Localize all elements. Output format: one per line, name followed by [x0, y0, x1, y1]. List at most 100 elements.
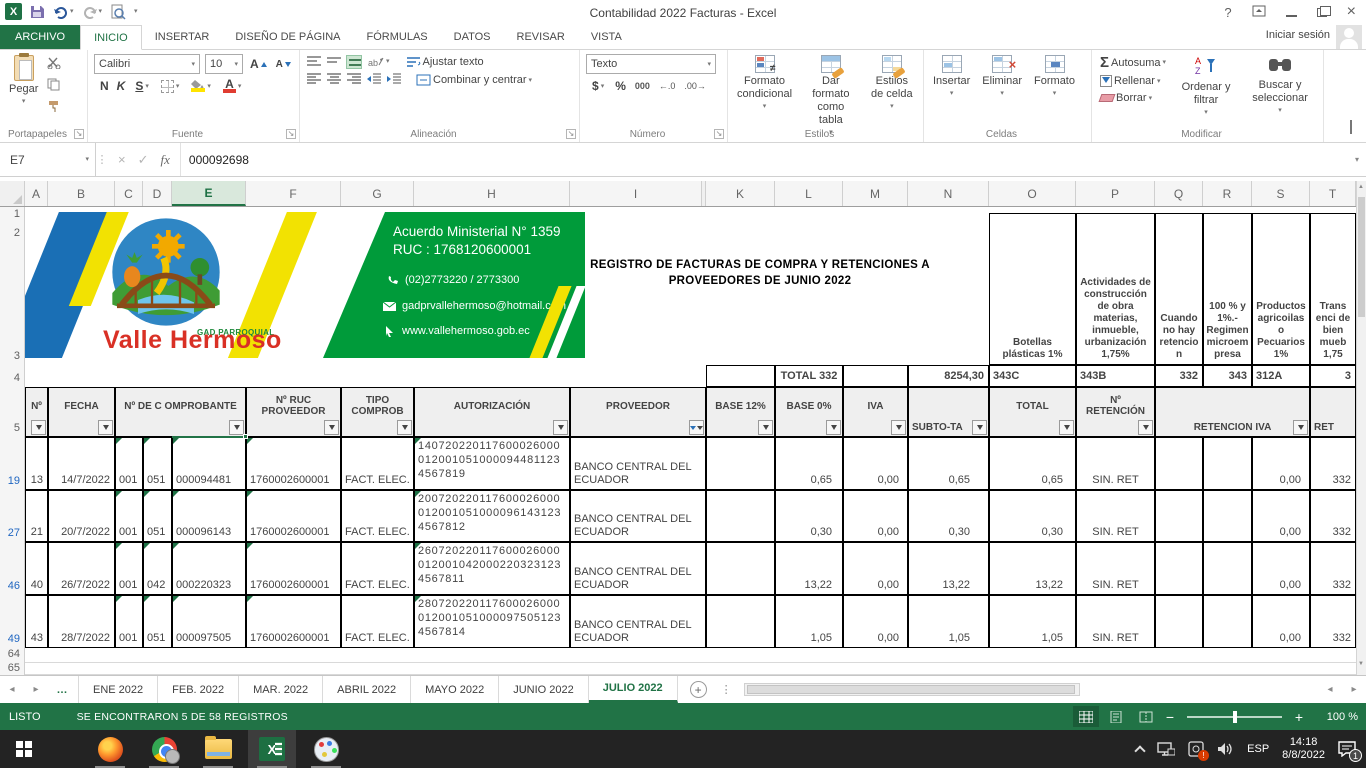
cell-comprobante[interactable]: 000094481 — [172, 437, 246, 490]
row-number[interactable]: 27 — [0, 527, 20, 539]
insert-cells-button[interactable]: Insertar ▾ — [930, 54, 973, 98]
row-number[interactable]: 3 — [0, 350, 20, 362]
column-header-g[interactable]: G — [341, 181, 414, 206]
sheet-tab-mayo[interactable]: MAYO 2022 — [411, 676, 499, 703]
filter-button[interactable] — [229, 420, 244, 435]
cell-header-microempresa[interactable]: 100 % y 1%.- Regimen microempresa — [1203, 213, 1252, 365]
header-comprobante[interactable]: Nº DE C OMPROBANTE — [115, 387, 246, 437]
find-select-button[interactable]: Buscar y seleccionar ▾ — [1244, 54, 1316, 115]
cell-proveedor[interactable]: BANCO CENTRAL DEL ECUADOR — [570, 542, 706, 595]
page-break-view-button[interactable] — [1133, 706, 1159, 727]
vertical-scroll-thumb[interactable] — [1358, 197, 1365, 317]
cell-retencion-iva[interactable]: 0,00 — [1252, 490, 1310, 542]
cell-base0[interactable]: 0,30 — [775, 490, 843, 542]
cell-q[interactable] — [1155, 542, 1203, 595]
minimize-button[interactable] — [1286, 15, 1297, 17]
cell-punto[interactable]: 051 — [143, 595, 172, 648]
column-header-q[interactable]: Q — [1155, 181, 1203, 206]
number-format-combo[interactable]: Texto ▾ — [586, 54, 716, 74]
zoom-in-button[interactable]: + — [1292, 709, 1306, 725]
close-button[interactable]: × — [1347, 3, 1356, 21]
column-header-a[interactable]: A — [25, 181, 48, 206]
header-base12[interactable]: BASE 12% — [706, 387, 775, 437]
header-total[interactable]: TOTAL — [989, 387, 1076, 437]
cell-styles-button[interactable]: Estilos de celda ▾ — [867, 54, 917, 111]
cell-total-332[interactable]: TOTAL 332 — [775, 365, 843, 387]
cell-retencion-iva[interactable]: 0,00 — [1252, 542, 1310, 595]
sync-alert-icon[interactable]: ! — [1188, 741, 1204, 757]
header-ruc[interactable]: Nº RUC PROVEEDOR — [246, 387, 341, 437]
cell-header-transferencia[interactable]: Trans enci de bien mueb 1,75 — [1310, 213, 1356, 365]
user-avatar[interactable] — [1336, 25, 1362, 49]
column-header-i[interactable]: I — [570, 181, 702, 206]
cell-proveedor[interactable]: BANCO CENTRAL DEL ECUADOR — [570, 490, 706, 542]
header-base0[interactable]: BASE 0% — [775, 387, 843, 437]
font-dialog-launcher[interactable]: ↘ — [286, 129, 296, 139]
cell-iva[interactable]: 0,00 — [843, 437, 908, 490]
filter-button[interactable] — [1293, 420, 1308, 435]
cell-ret[interactable]: 332 — [1310, 595, 1356, 648]
sheet-tab-ene[interactable]: ENE 2022 — [78, 676, 158, 703]
sheet-tab-julio-active[interactable]: JULIO 2022 — [589, 676, 678, 703]
decrease-decimal-button[interactable]: .00→ — [684, 81, 706, 91]
restore-button[interactable] — [1317, 8, 1327, 17]
cell-fecha[interactable]: 20/7/2022 — [48, 490, 115, 542]
cell-ruc[interactable]: 1760002600001 — [246, 490, 341, 542]
taskbar-excel-active[interactable]: X — [248, 730, 296, 768]
cell-iva[interactable]: 0,00 — [843, 490, 908, 542]
cell-total-amount[interactable]: 8254,30 — [908, 365, 989, 387]
header-tipo[interactable]: TIPO COMPROB — [341, 387, 414, 437]
cell-iva[interactable]: 0,00 — [843, 595, 908, 648]
cell-k4[interactable] — [706, 365, 775, 387]
header-ret[interactable]: RET — [1310, 387, 1356, 437]
shrink-font-button[interactable]: A — [274, 58, 293, 71]
cell-total[interactable]: 1,05 — [989, 595, 1076, 648]
row-number[interactable]: 64 — [0, 648, 20, 660]
cell-base12[interactable] — [706, 542, 775, 595]
zoom-out-button[interactable]: − — [1163, 709, 1177, 725]
taskbar-firefox[interactable] — [86, 730, 134, 768]
cell-retencion-iva[interactable]: 0,00 — [1252, 595, 1310, 648]
row-number[interactable]: 1 — [0, 208, 20, 220]
autosum-button[interactable]: ΣAutosuma▾ — [1098, 54, 1168, 71]
cell-code-332[interactable]: 332 — [1155, 365, 1203, 387]
font-name-combo[interactable]: Calibri ▾ — [94, 54, 200, 74]
row-number[interactable]: 19 — [0, 475, 20, 487]
comma-style-button[interactable]: 000 — [635, 81, 650, 91]
row-number[interactable]: 49 — [0, 633, 20, 645]
currency-button[interactable]: $▾ — [590, 78, 606, 94]
cell-proveedor[interactable]: BANCO CENTRAL DEL ECUADOR — [570, 437, 706, 490]
cell-ret[interactable]: 332 — [1310, 542, 1356, 595]
zoom-level[interactable]: 100 % — [1314, 711, 1358, 723]
row-number[interactable]: 65 — [0, 662, 20, 674]
formula-bar-splitter[interactable]: ⋮ — [96, 143, 108, 176]
align-right-button[interactable] — [346, 73, 362, 87]
cell-base0[interactable]: 13,22 — [775, 542, 843, 595]
font-name-dropdown[interactable]: ▾ — [191, 61, 195, 68]
increase-indent-button[interactable] — [386, 73, 402, 87]
cell-comprobante[interactable]: 000220323 — [172, 542, 246, 595]
cell-base0[interactable]: 0,65 — [775, 437, 843, 490]
row-number[interactable]: 46 — [0, 580, 20, 592]
conditional-formatting-button[interactable]: ≠ Formato condicional ▾ — [734, 54, 795, 111]
page-layout-view-button[interactable] — [1103, 706, 1129, 727]
formula-bar-expand-button[interactable]: ▾ — [1348, 143, 1366, 176]
filter-button[interactable] — [397, 420, 412, 435]
cell-comprobante[interactable]: 000096143 — [172, 490, 246, 542]
align-middle-button[interactable] — [326, 55, 342, 69]
format-as-table-button[interactable]: Dar formato como tabla ▾ — [801, 54, 861, 137]
percent-button[interactable]: % — [615, 79, 626, 93]
taskbar-explorer[interactable] — [194, 730, 242, 768]
select-all-corner[interactable] — [0, 181, 25, 206]
decrease-indent-button[interactable] — [366, 73, 382, 87]
zoom-slider-thumb[interactable] — [1233, 711, 1237, 723]
tray-expand-chevron[interactable] — [1134, 745, 1145, 756]
filter-button[interactable] — [324, 420, 339, 435]
cell-tipo[interactable]: FACT. ELEC. — [341, 437, 414, 490]
fill-button[interactable]: Rellenar▾ — [1098, 74, 1168, 88]
sheet-nav-left[interactable]: ◂ — [0, 676, 24, 703]
cell-total[interactable]: 0,65 — [989, 437, 1076, 490]
cell-code-343[interactable]: 343 — [1203, 365, 1252, 387]
filter-button[interactable] — [758, 420, 773, 435]
cell-n[interactable]: 13 — [25, 437, 48, 490]
